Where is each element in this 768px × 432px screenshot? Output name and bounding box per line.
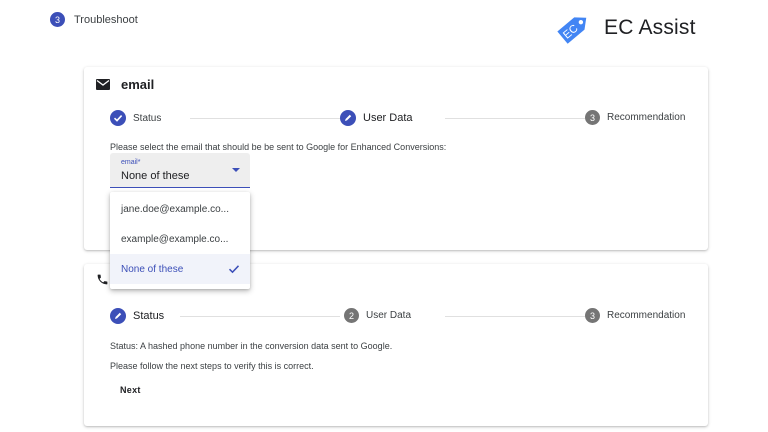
brand: EC EC Assist — [554, 8, 696, 48]
dropdown-option-label: example@example.co... — [121, 233, 229, 245]
step-status[interactable]: Status — [110, 110, 162, 126]
step-number-badge: 3 — [585, 308, 600, 323]
email-select[interactable]: email* None of these — [110, 153, 250, 188]
step-user-data[interactable]: User Data — [340, 110, 413, 126]
phone-icon — [97, 274, 108, 285]
step-label: User Data — [366, 310, 412, 321]
step-recommendation[interactable]: 3 Recommendation — [585, 110, 686, 125]
email-card-header: email — [96, 77, 154, 92]
phone-status-text: Status: A hashed phone number in the con… — [110, 341, 393, 351]
step-number-badge: 3 — [50, 12, 65, 27]
envelope-icon — [96, 79, 110, 90]
step-label: Status — [133, 112, 162, 124]
dropdown-option-selected[interactable]: None of these — [110, 254, 250, 284]
step-label: Recommendation — [607, 112, 686, 123]
dropdown-option[interactable]: jane.doe@example.co... — [110, 194, 250, 224]
checkmark-icon — [228, 265, 240, 274]
step-label: Status — [133, 310, 165, 322]
dropdown-option-label: None of these — [121, 263, 184, 275]
step-user-data[interactable]: 2 User Data — [344, 308, 412, 323]
dropdown-option[interactable]: example@example.co... — [110, 224, 250, 254]
check-circle-icon — [110, 110, 126, 126]
phone-stepper: Status 2 User Data 3 Recommendation — [110, 308, 686, 324]
email-select-value: None of these — [121, 170, 190, 182]
brand-name: EC Assist — [604, 16, 696, 39]
next-button[interactable]: Next — [120, 385, 141, 395]
email-card-title: email — [121, 77, 155, 92]
edit-pencil-icon — [340, 110, 356, 126]
ec-tag-logo-icon: EC — [557, 17, 587, 44]
email-stepper: Status User Data 3 Recommendation — [110, 110, 686, 126]
step-label: User Data — [363, 112, 413, 124]
edit-pencil-icon — [110, 308, 126, 324]
dropdown-arrow-icon[interactable] — [232, 168, 240, 172]
step-label: Recommendation — [607, 310, 686, 321]
top-step-troubleshoot: 3 Troubleshoot — [50, 12, 138, 27]
step-status[interactable]: Status — [110, 308, 165, 324]
phone-card-header — [96, 273, 109, 286]
step-recommendation[interactable]: 3 Recommendation — [585, 308, 686, 323]
email-dropdown-menu: jane.doe@example.co... example@example.c… — [110, 192, 250, 289]
email-select-prompt: Please select the email that should be b… — [110, 142, 447, 152]
dropdown-option-label: jane.doe@example.co... — [121, 203, 229, 215]
step-number-badge: 3 — [585, 110, 600, 125]
step-number-badge: 2 — [344, 308, 359, 323]
phone-follow-text: Please follow the next steps to verify t… — [110, 361, 314, 371]
top-step-label: Troubleshoot — [74, 13, 138, 26]
email-select-label: email* — [121, 159, 141, 166]
